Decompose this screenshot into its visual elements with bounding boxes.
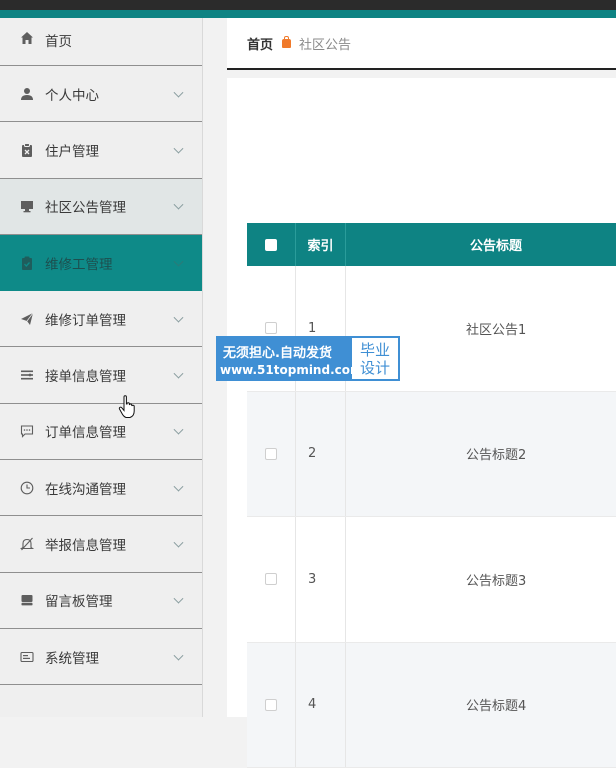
watermark-badge-top: 毕业 <box>360 341 390 359</box>
inbox-icon <box>19 592 35 608</box>
chevron-down-icon <box>174 144 184 154</box>
sidebar-item-label: 举报信息管理 <box>45 534 126 554</box>
row-checkbox[interactable] <box>265 448 277 460</box>
chevron-down-icon <box>174 256 184 266</box>
row-checkbox[interactable] <box>265 322 277 334</box>
chevron-down-icon <box>174 312 184 322</box>
select-all-cell <box>247 223 296 266</box>
row-title: 公告标题2 <box>346 392 616 517</box>
table-row[interactable]: 3 公告标题3 <box>247 517 616 643</box>
watermark-slogan: 无须担心.自动发货 <box>223 342 332 361</box>
sidebar-item-home[interactable]: 首页 <box>0 18 202 66</box>
breadcrumb-home[interactable]: 首页 <box>247 34 273 53</box>
chevron-down-icon <box>174 481 184 491</box>
sidebar-item-label: 维修订单管理 <box>45 309 126 329</box>
row-select-cell <box>247 392 296 517</box>
sidebar-item-label: 系统管理 <box>45 647 99 667</box>
sidebar-item-residents[interactable]: 住户管理 <box>0 122 202 178</box>
watermark-left: 无须担心.自动发货 www.51topmind.com <box>217 337 351 380</box>
sidebar-item-label: 社区公告管理 <box>45 196 126 216</box>
sidebar-item-online-chat[interactable]: 在线沟通管理 <box>0 460 202 516</box>
row-index: 2 <box>296 392 346 517</box>
watermark-badge: 毕业 设计 <box>352 338 398 379</box>
id-card-icon <box>19 649 35 665</box>
monitor-icon <box>19 198 35 214</box>
sidebar-item-system[interactable]: 系统管理 <box>0 629 202 685</box>
sidebar-item-label: 在线沟通管理 <box>45 478 126 498</box>
send-icon <box>19 311 35 327</box>
home-icon <box>19 30 35 46</box>
content-panel: 索引 公告标题 1 社区公告1 2 公告标题2 3 公告标题3 4 公告标题4 <box>227 78 616 717</box>
list-icon <box>19 367 35 383</box>
column-header-title: 公告标题 <box>346 223 616 266</box>
row-checkbox[interactable] <box>265 699 277 711</box>
watermark-url: www.51topmind.com <box>220 363 363 377</box>
briefcase-icon <box>282 39 291 48</box>
sidebar-item-label: 维修工管理 <box>45 253 113 273</box>
table-row[interactable]: 4 公告标题4 <box>247 643 616 768</box>
sidebar-item-profile[interactable]: 个人中心 <box>0 66 202 122</box>
table-header: 索引 公告标题 <box>247 223 616 266</box>
chevron-down-icon <box>174 425 184 435</box>
row-select-cell <box>247 517 296 642</box>
table-row[interactable]: 2 公告标题2 <box>247 392 616 518</box>
clipboard-icon <box>19 142 35 158</box>
sidebar-item-repair-orders[interactable]: 维修订单管理 <box>0 291 202 347</box>
message-icon <box>19 423 35 439</box>
clipboard-check-icon <box>19 255 35 271</box>
breadcrumb-current: 社区公告 <box>299 34 351 53</box>
user-icon <box>19 86 35 102</box>
chevron-down-icon <box>174 594 184 604</box>
row-checkbox[interactable] <box>265 573 277 585</box>
select-all-checkbox[interactable] <box>265 239 277 251</box>
row-select-cell <box>247 643 296 768</box>
sidebar-item-label: 首页 <box>45 30 72 50</box>
sidebar-item-notices[interactable]: 社区公告管理 <box>0 179 202 235</box>
sidebar-item-reports[interactable]: 举报信息管理 <box>0 516 202 572</box>
sidebar-item-accept-orders[interactable]: 接单信息管理 <box>0 347 202 403</box>
breadcrumb: 首页 社区公告 <box>227 18 616 70</box>
chevron-down-icon <box>174 87 184 97</box>
sidebar-item-message-board[interactable]: 留言板管理 <box>0 573 202 629</box>
sidebar-item-order-info[interactable]: 订单信息管理 <box>0 404 202 460</box>
sidebar-item-label: 订单信息管理 <box>45 421 126 441</box>
sidebar-item-label: 个人中心 <box>45 84 99 104</box>
row-index: 3 <box>296 517 346 642</box>
sidebar-item-label: 住户管理 <box>45 140 99 160</box>
chevron-down-icon <box>174 369 184 379</box>
sidebar-item-repairmen[interactable]: 维修工管理 <box>0 235 202 291</box>
row-title: 公告标题3 <box>346 517 616 642</box>
bell-off-icon <box>19 536 35 552</box>
sidebar-item-label: 留言板管理 <box>45 590 113 610</box>
column-header-index: 索引 <box>296 223 346 266</box>
watermark-badge-bottom: 设计 <box>360 359 390 377</box>
watermark-banner: 无须担心.自动发货 www.51topmind.com 毕业 设计 <box>216 336 400 381</box>
row-title: 公告标题4 <box>346 643 616 768</box>
chevron-down-icon <box>174 200 184 210</box>
chevron-down-icon <box>174 538 184 548</box>
row-index: 4 <box>296 643 346 768</box>
sidebar-item-label: 接单信息管理 <box>45 365 126 385</box>
top-accent-bar <box>0 10 616 18</box>
top-bar <box>0 0 616 10</box>
sidebar: 首页 个人中心 住户管理 社区公告管理 维修工管理 维修订单管理 <box>0 18 203 717</box>
clock-icon <box>19 480 35 496</box>
chevron-down-icon <box>174 650 184 660</box>
hand-cursor-icon <box>118 395 136 419</box>
